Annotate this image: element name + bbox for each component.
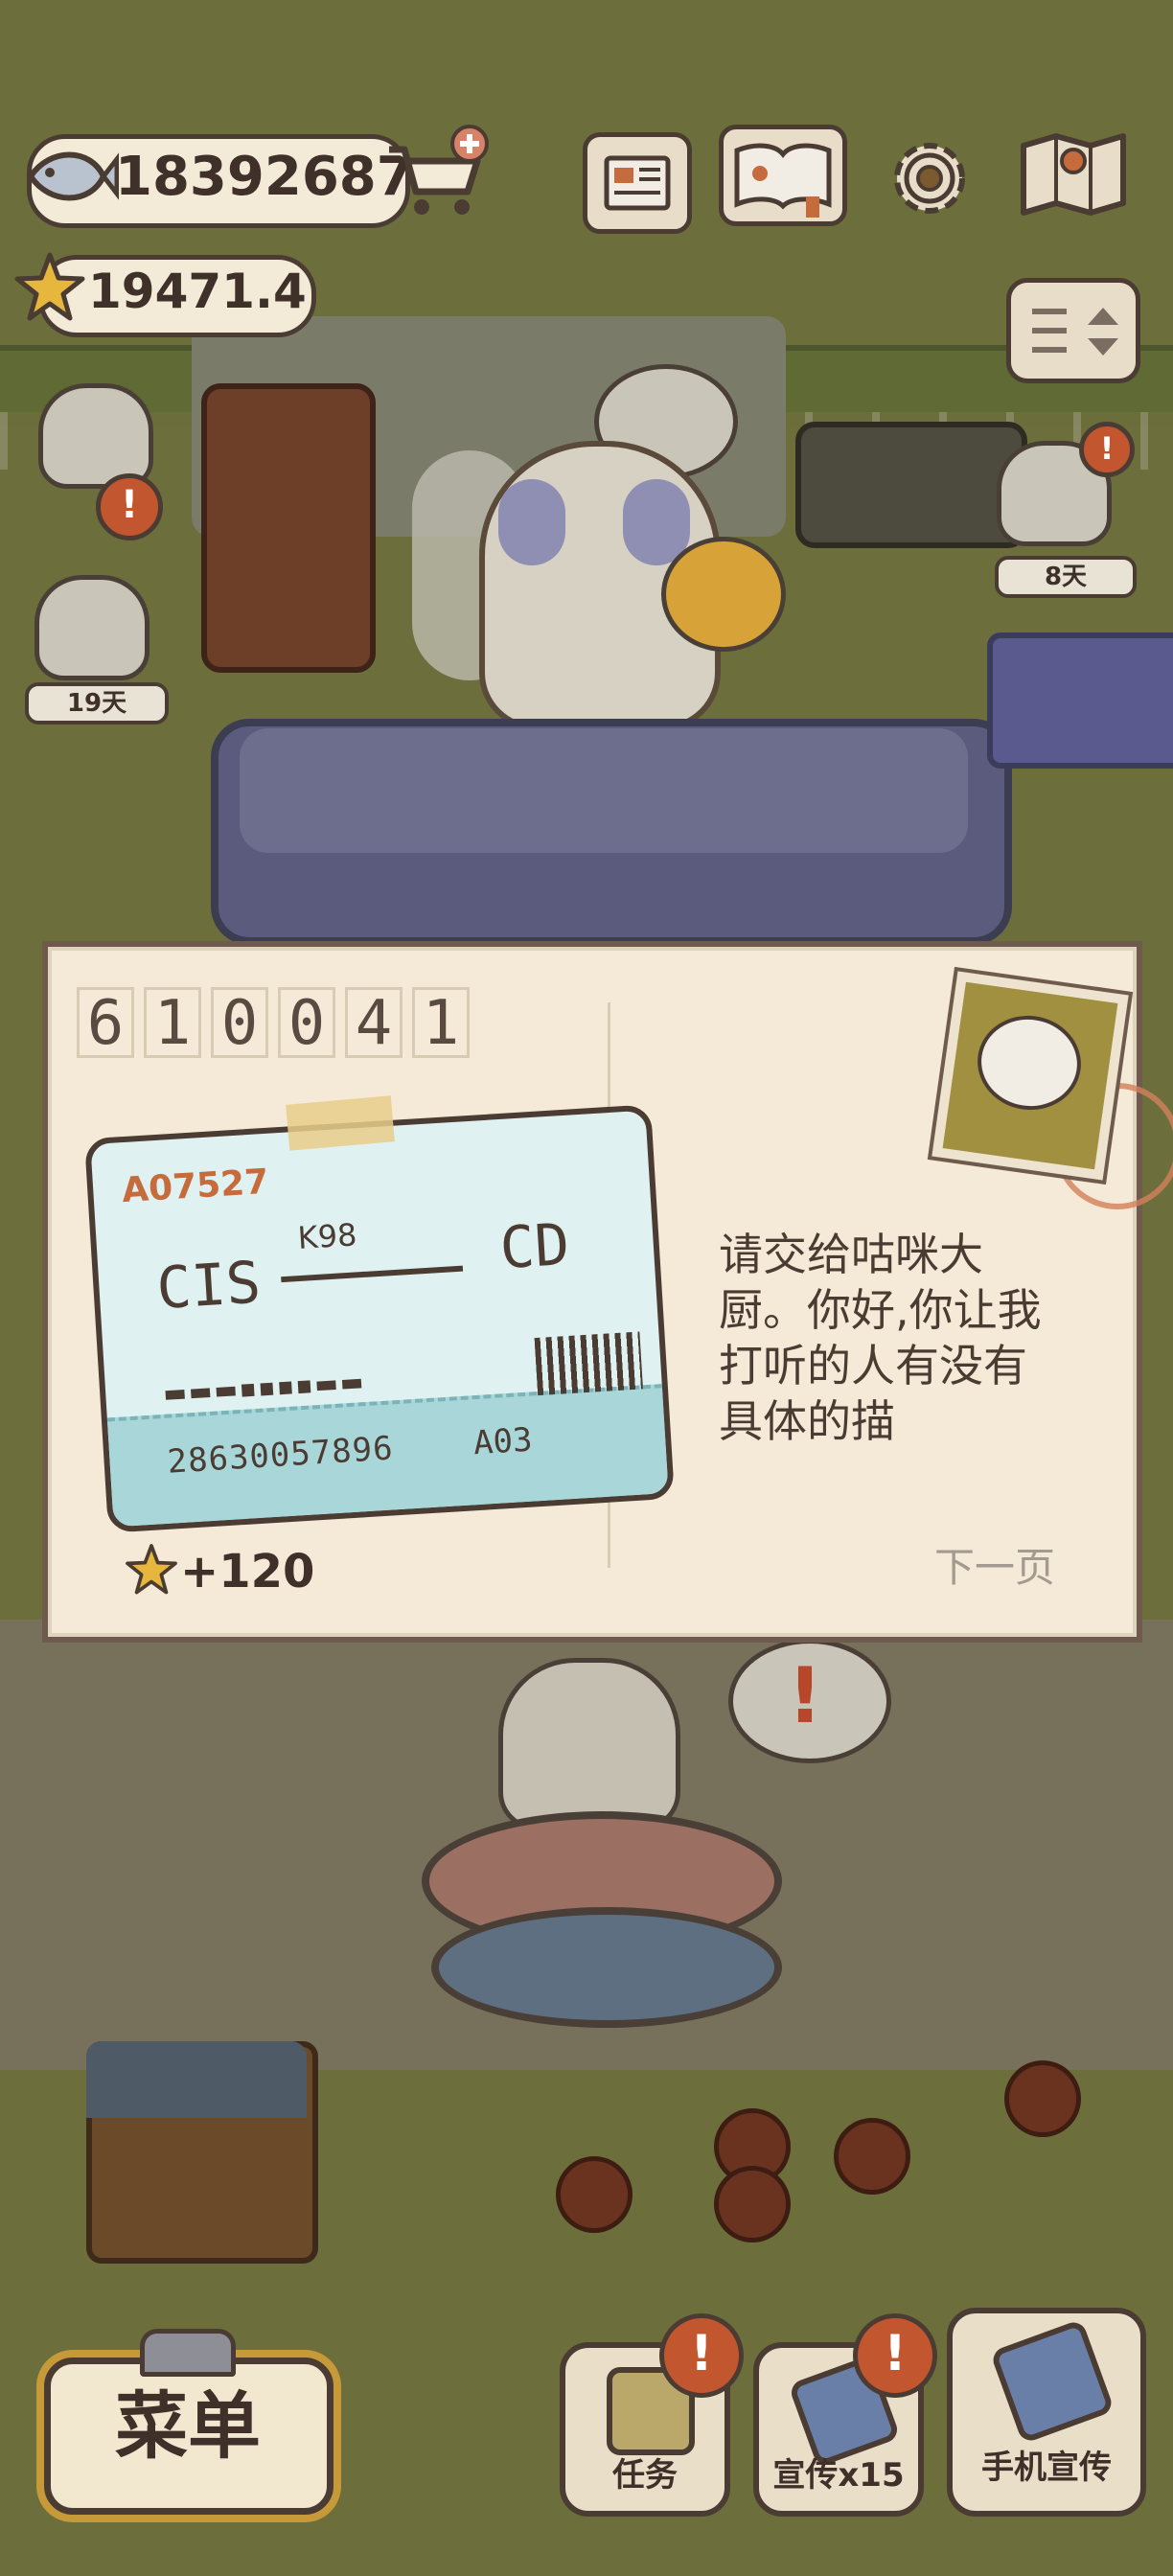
letter-message: 请交给咕咪大厨。你好,你让我打听的人有没有具体的描 [719, 1229, 1042, 1447]
heater-stove[interactable] [201, 383, 376, 673]
phone-promote-button[interactable]: 手机宣传 [947, 2308, 1146, 2517]
ticket-dots: ▬▬▬▪▪▪▪▬▬ [162, 1368, 367, 1409]
alert-badge[interactable]: ! [96, 473, 163, 540]
fountain-base [431, 1907, 782, 2028]
chef-headphone-left [498, 479, 565, 565]
postcode-digit: 0 [211, 987, 268, 1058]
gear-icon [894, 143, 965, 214]
day-tag: 19天 [25, 682, 169, 724]
customer-cat-1[interactable] [38, 383, 153, 489]
arrow-right-icon [281, 1265, 464, 1283]
fish-value: 18392687 [115, 146, 414, 208]
cart-plus-icon[interactable] [383, 125, 489, 220]
scroll-button[interactable] [1006, 278, 1140, 383]
phone-icon [989, 2318, 1116, 2445]
menu-label[interactable]: 菜单 [44, 2369, 332, 2484]
phone-promote-label: 手机宣传 [981, 2449, 1112, 2487]
flower-pot [1004, 2060, 1081, 2137]
fish-icon [27, 151, 119, 201]
day-tag: 8天 [995, 556, 1137, 598]
postcode-digit: 6 [77, 987, 134, 1058]
paw-book-icon [734, 143, 832, 218]
scroll-arrows-icon [1032, 308, 1118, 356]
reward-amount: +120 [180, 1545, 315, 1598]
flower-pot [714, 2166, 791, 2242]
astronaut-poster[interactable] [987, 632, 1173, 769]
star-balloons [661, 537, 786, 652]
postcode-digit: 1 [144, 987, 201, 1058]
postcode-digit: 4 [345, 987, 402, 1058]
newspaper-icon [604, 155, 671, 211]
paw-book-button[interactable] [719, 125, 847, 226]
ticket-train: K98 [296, 1216, 358, 1257]
promote-alert-badge: ! [853, 2313, 937, 2398]
bbq-grill[interactable] [795, 422, 1027, 548]
task-alert-badge: ! [659, 2313, 744, 2398]
ticket-seat: A03 [472, 1420, 534, 1463]
settings-button[interactable] [880, 132, 979, 224]
postcode-digit: 0 [278, 987, 335, 1058]
train-ticket: A07527 CIS K98 CD ▬▬▬▪▪▪▪▬▬ 28630057896 … [83, 1104, 676, 1533]
customer-cat-2[interactable] [34, 575, 150, 680]
ticket-to: CD [497, 1210, 572, 1283]
star-icon [14, 252, 85, 321]
star-value: 19471.4 [88, 264, 307, 319]
alert-badge[interactable]: ! [1079, 422, 1135, 477]
flower-pot [556, 2156, 632, 2233]
barcode-icon [534, 1331, 643, 1396]
star-icon [126, 1544, 177, 1595]
table-cloth [240, 728, 968, 853]
postcode-digit: 1 [412, 987, 470, 1058]
task-label: 任务 [612, 2456, 678, 2495]
fish-tank [86, 2041, 307, 2118]
ticket-from: CIS [154, 1249, 263, 1323]
flower-pot [834, 2118, 910, 2195]
next-page-button[interactable]: 下一页 [934, 1541, 1055, 1595]
exclamation-icon: ! [787, 1651, 823, 1740]
map-icon [1021, 133, 1126, 216]
tape [286, 1095, 395, 1151]
ticket-code: A07527 [121, 1162, 270, 1211]
map-button[interactable] [1014, 126, 1133, 218]
promote-label: 宣传x15 [772, 2456, 905, 2495]
newspaper-button[interactable] [583, 132, 692, 234]
fountain-statue [498, 1658, 680, 1830]
